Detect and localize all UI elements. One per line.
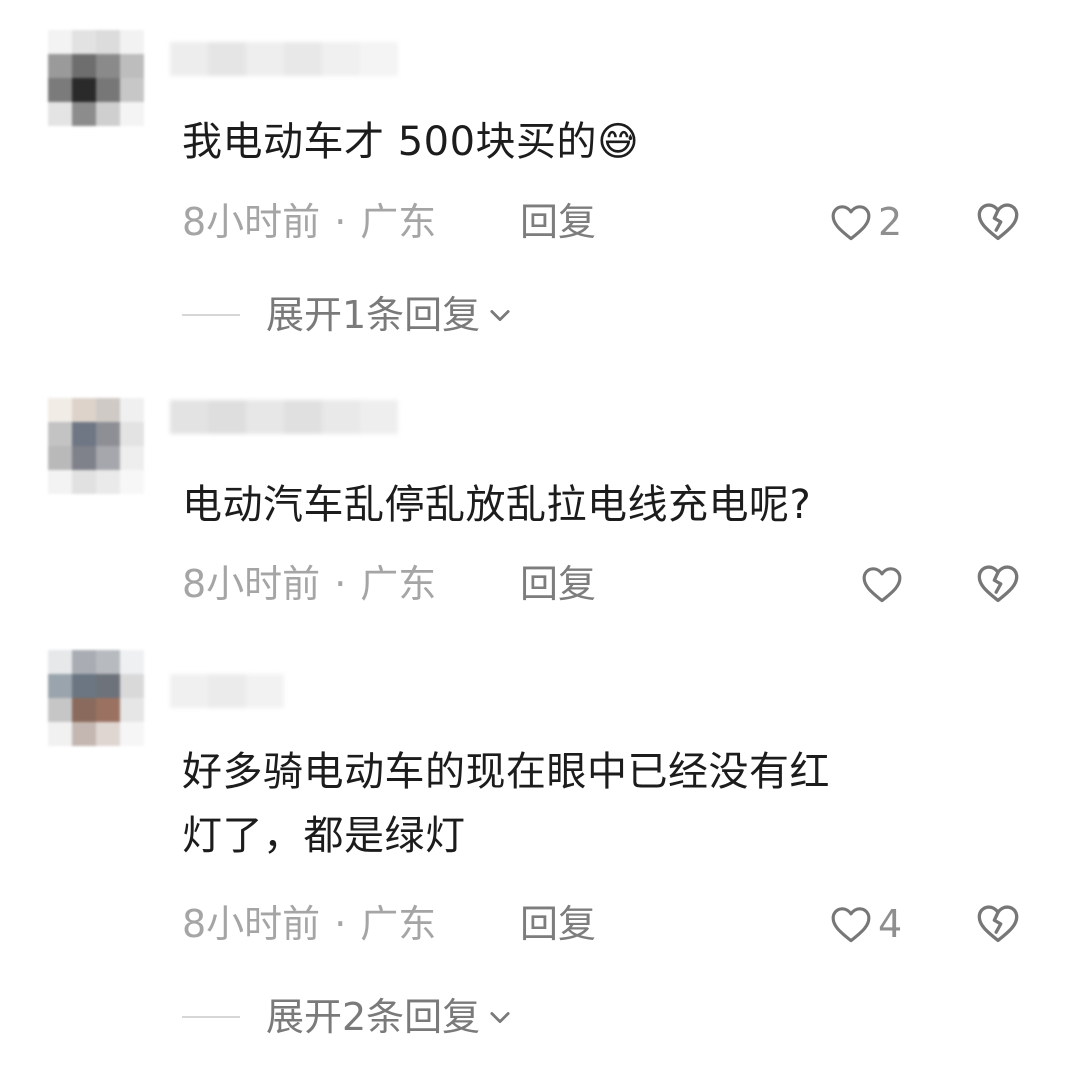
- reply-button[interactable]: 回复: [520, 562, 596, 606]
- comment-text: 好多骑电动车的现在眼中已经没有红 灯了，都是绿灯: [182, 740, 830, 868]
- chevron-down-icon: [490, 310, 510, 322]
- comment-meta: 8小时前 · 广东: [182, 562, 437, 606]
- location: 广东: [360, 902, 437, 946]
- username[interactable]: [170, 42, 398, 76]
- location: 广东: [360, 200, 437, 244]
- avatar[interactable]: [48, 398, 144, 494]
- username[interactable]: [170, 674, 284, 708]
- comment-text: 我电动车才 500块买的😅: [182, 119, 640, 165]
- broken-heart-icon: [977, 203, 1019, 241]
- like-button[interactable]: 2: [830, 200, 902, 244]
- reply-button[interactable]: 回复: [520, 200, 596, 244]
- avatar[interactable]: [48, 650, 144, 746]
- like-button[interactable]: [861, 562, 909, 606]
- like-count: 2: [878, 200, 903, 244]
- location: 广东: [360, 562, 437, 606]
- dislike-button[interactable]: [976, 200, 1020, 244]
- timestamp: 8小时前: [182, 200, 321, 244]
- broken-heart-icon: [977, 565, 1019, 603]
- heart-outline-icon: [862, 567, 902, 603]
- heart-outline-icon: [831, 205, 871, 241]
- comment-meta: 8小时前 · 广东: [182, 902, 437, 946]
- divider-line: [182, 1016, 240, 1018]
- timestamp: 8小时前: [182, 562, 321, 606]
- divider-line: [182, 314, 240, 316]
- avatar[interactable]: [48, 30, 144, 126]
- timestamp: 8小时前: [182, 902, 321, 946]
- username[interactable]: [170, 400, 398, 434]
- like-count: 4: [878, 902, 903, 946]
- comment-meta: 8小时前 · 广东: [182, 200, 437, 244]
- heart-outline-icon: [831, 907, 871, 943]
- dislike-button[interactable]: [976, 562, 1020, 606]
- reply-button[interactable]: 回复: [520, 902, 596, 946]
- broken-heart-icon: [977, 905, 1019, 943]
- expand-replies-button[interactable]: 展开2条回复: [182, 992, 514, 1042]
- sweat-smile-emoji: 😅: [597, 119, 640, 165]
- comment-text: 电动汽车乱停乱放乱拉电线充电呢?: [182, 482, 812, 528]
- comment-text-line: 灯了，都是绿灯: [182, 813, 466, 859]
- dislike-button[interactable]: [976, 902, 1020, 946]
- comment-text-line: 好多骑电动车的现在眼中已经没有红: [182, 749, 830, 795]
- expand-replies-button[interactable]: 展开1条回复: [182, 290, 514, 340]
- like-button[interactable]: 4: [830, 902, 902, 946]
- chevron-down-icon: [490, 1012, 510, 1024]
